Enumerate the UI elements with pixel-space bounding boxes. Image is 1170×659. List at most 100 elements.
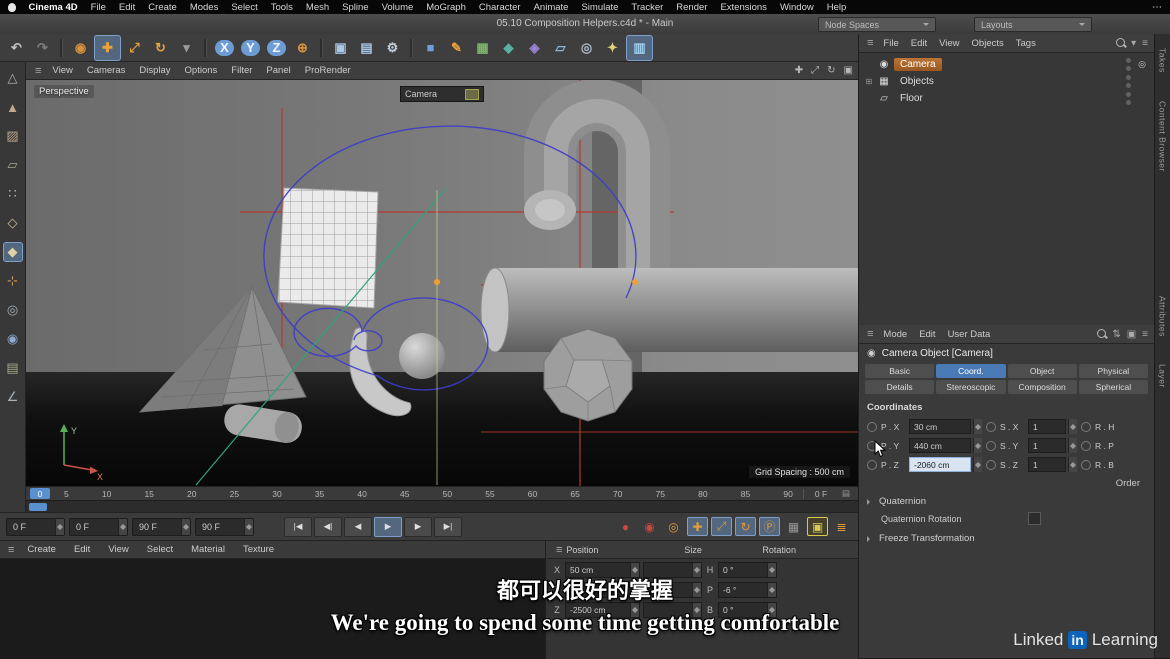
spline-point[interactable] xyxy=(632,279,638,285)
x-axis-lock-button[interactable]: X xyxy=(212,36,237,60)
menubar-item[interactable]: Volume xyxy=(375,2,420,13)
menubar-item[interactable]: File xyxy=(84,2,112,13)
side-tab[interactable]: Content Browser xyxy=(1158,101,1168,172)
visibility-dots-icon[interactable] xyxy=(1126,58,1132,71)
rotate-view-icon[interactable]: ↻ xyxy=(827,65,835,76)
stepper-icon[interactable] xyxy=(1068,438,1077,453)
current-frame-field[interactable]: 0 F xyxy=(6,518,65,536)
record-pla-toggle[interactable]: ▦ xyxy=(783,517,804,536)
scale-input[interactable]: 1 xyxy=(1028,457,1066,472)
3d-scene[interactable]: Y X xyxy=(26,80,858,486)
panel-menu-icon[interactable]: ≡ xyxy=(863,328,877,340)
play-button[interactable]: ▶ xyxy=(374,517,402,537)
filter-icon[interactable]: ▾ xyxy=(1131,38,1136,49)
search-icon[interactable] xyxy=(1097,329,1106,338)
panel-menu-icon[interactable]: ≡ xyxy=(863,37,877,49)
scale-tool-icon[interactable]: ⤢ xyxy=(122,36,147,60)
object-name[interactable]: Floor xyxy=(894,92,929,105)
viewport-menu-item[interactable]: Display xyxy=(132,65,177,76)
menubar-item[interactable]: Tracker xyxy=(625,2,670,13)
object-row[interactable]: ▱ Floor xyxy=(859,90,1154,107)
menubar-item[interactable]: Extensions xyxy=(714,2,773,13)
enable-axis-icon[interactable]: ⊹ xyxy=(3,271,23,291)
viewport-menu-item[interactable]: Cameras xyxy=(80,65,133,76)
floor-icon[interactable]: ▱ xyxy=(548,36,573,60)
scrollbar-handle[interactable] xyxy=(29,503,47,511)
material-menu-item[interactable]: Edit xyxy=(65,544,99,555)
keyframe-dot-icon[interactable] xyxy=(867,460,877,470)
attribute-menu-item[interactable]: User Data xyxy=(942,329,997,340)
material-menu-item[interactable]: Create xyxy=(18,544,65,555)
attribute-tab[interactable]: Spherical xyxy=(1079,380,1148,394)
keyframe-dot-icon[interactable] xyxy=(1081,460,1091,470)
quantize-icon[interactable]: ∠ xyxy=(3,387,23,407)
stepper-icon[interactable] xyxy=(973,457,982,472)
object-manager-menu-item[interactable]: Tags xyxy=(1010,38,1042,49)
keyframe-dot-icon[interactable] xyxy=(1081,441,1091,451)
model-mode-icon[interactable]: ▲ xyxy=(3,97,23,117)
keyframe-selection-button[interactable]: ◎ xyxy=(663,517,684,536)
history-icon[interactable]: ⇅ xyxy=(1112,329,1120,340)
position-input[interactable]: 30 cm xyxy=(909,419,971,434)
menubar-item[interactable]: Character xyxy=(472,2,527,13)
attribute-tab[interactable]: Basic xyxy=(865,364,934,378)
expander-icon[interactable]: ⊞ xyxy=(864,77,874,86)
attribute-tab[interactable]: Composition xyxy=(1008,380,1077,394)
menubar-item[interactable]: Help xyxy=(820,2,853,13)
object-manager-menu-item[interactable]: File xyxy=(877,38,904,49)
menubar-item[interactable]: Mesh xyxy=(299,2,335,13)
layouts-dropdown[interactable]: Layouts xyxy=(974,17,1092,32)
visibility-dots-icon[interactable] xyxy=(1126,75,1132,88)
polyhedron-object[interactable] xyxy=(544,329,632,421)
rotate-tool-icon[interactable]: ↻ xyxy=(148,36,173,60)
position-input[interactable]: 440 cm xyxy=(909,438,971,453)
floor-object[interactable] xyxy=(26,372,858,486)
side-tab[interactable]: Layer xyxy=(1158,364,1168,388)
menubar-item[interactable]: Select xyxy=(225,2,264,13)
record-scale-toggle[interactable]: ⤢ xyxy=(711,517,732,536)
viewport-solo-icon[interactable]: ◎ xyxy=(3,300,23,320)
more-menu-icon[interactable]: ⋯ xyxy=(1152,2,1162,13)
keyframe-dot-icon[interactable] xyxy=(986,422,996,432)
viewport-menu-item[interactable]: ProRender xyxy=(298,65,358,76)
undo-icon[interactable]: ↶ xyxy=(4,36,29,60)
menubar-item[interactable]: Cinema 4D xyxy=(22,2,84,13)
keyframe-dot-icon[interactable] xyxy=(867,422,877,432)
attribute-tab[interactable]: Physical xyxy=(1079,364,1148,378)
viewport-3d-canvas[interactable]: Y X Perspective Camera Grid Spacing : 50… xyxy=(26,80,858,486)
attribute-tab[interactable]: Details xyxy=(865,380,934,394)
workplane-lock-icon[interactable]: ▤ xyxy=(3,358,23,378)
sphere-object[interactable] xyxy=(399,333,445,379)
camera-icon[interactable]: ◎ xyxy=(574,36,599,60)
object-row[interactable]: ◉ Camera ◎ xyxy=(859,56,1154,73)
snap-icon[interactable]: ◉ xyxy=(3,329,23,349)
quaternion-rotation-checkbox[interactable] xyxy=(1028,512,1041,525)
next-frame-button[interactable]: ▶ xyxy=(404,517,432,537)
goto-end-button[interactable]: ▶| xyxy=(434,517,462,537)
object-manager-menu-item[interactable]: Objects xyxy=(966,38,1010,49)
object-manager-menu-item[interactable]: View xyxy=(933,38,965,49)
stepper-icon[interactable] xyxy=(1068,457,1077,472)
attribute-menu-item[interactable]: Mode xyxy=(877,329,913,340)
quaternion-section-header[interactable]: Quaternion xyxy=(859,491,1154,509)
freeze-transformation-section-header[interactable]: Freeze Transformation xyxy=(859,528,1154,546)
menubar-item[interactable]: Tools xyxy=(264,2,299,13)
rotation-order-label[interactable]: Order xyxy=(859,474,1154,491)
perspective-label[interactable]: Perspective xyxy=(34,85,94,98)
stepper-icon[interactable] xyxy=(181,519,190,535)
search-icon[interactable] xyxy=(1116,38,1125,47)
position-input[interactable]: -2060 cm xyxy=(909,457,971,472)
object-name[interactable]: Objects xyxy=(894,75,940,88)
playhead-marker[interactable]: 0 xyxy=(30,488,50,499)
stepper-icon[interactable] xyxy=(973,419,982,434)
scale-input[interactable]: 1 xyxy=(1028,438,1066,453)
ruler-options-icon[interactable]: ▤ xyxy=(838,488,854,499)
visibility-dots-icon[interactable] xyxy=(1126,92,1132,105)
subdivision-surface-icon[interactable]: ▦ xyxy=(470,36,495,60)
add-cube-icon[interactable]: ■ xyxy=(418,36,443,60)
side-tab[interactable]: Takes xyxy=(1158,48,1168,73)
zoom-view-icon[interactable]: ⤢ xyxy=(811,65,819,76)
menubar-item[interactable]: Modes xyxy=(183,2,225,13)
autokeying-button[interactable]: ◉ xyxy=(639,517,660,536)
panel-menu-icon[interactable]: ≡ xyxy=(552,544,566,556)
